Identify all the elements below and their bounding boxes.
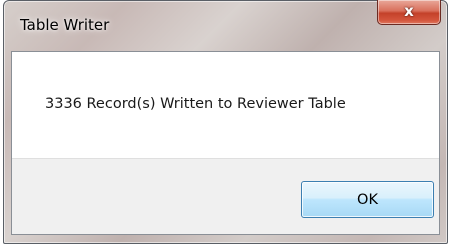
window-title: Table Writer — [20, 16, 110, 34]
button-bar: OK — [12, 158, 439, 234]
title-bar[interactable]: Table Writer x — [4, 0, 447, 51]
ok-button[interactable]: OK — [301, 181, 434, 218]
close-button[interactable]: x — [377, 0, 441, 25]
dialog-window: Table Writer x 3336 Record(s) Written to… — [3, 0, 448, 244]
message-text: 3336 Record(s) Written to Reviewer Table — [45, 96, 346, 112]
close-icon: x — [404, 2, 414, 20]
dialog-content: 3336 Record(s) Written to Reviewer Table… — [11, 51, 440, 235]
